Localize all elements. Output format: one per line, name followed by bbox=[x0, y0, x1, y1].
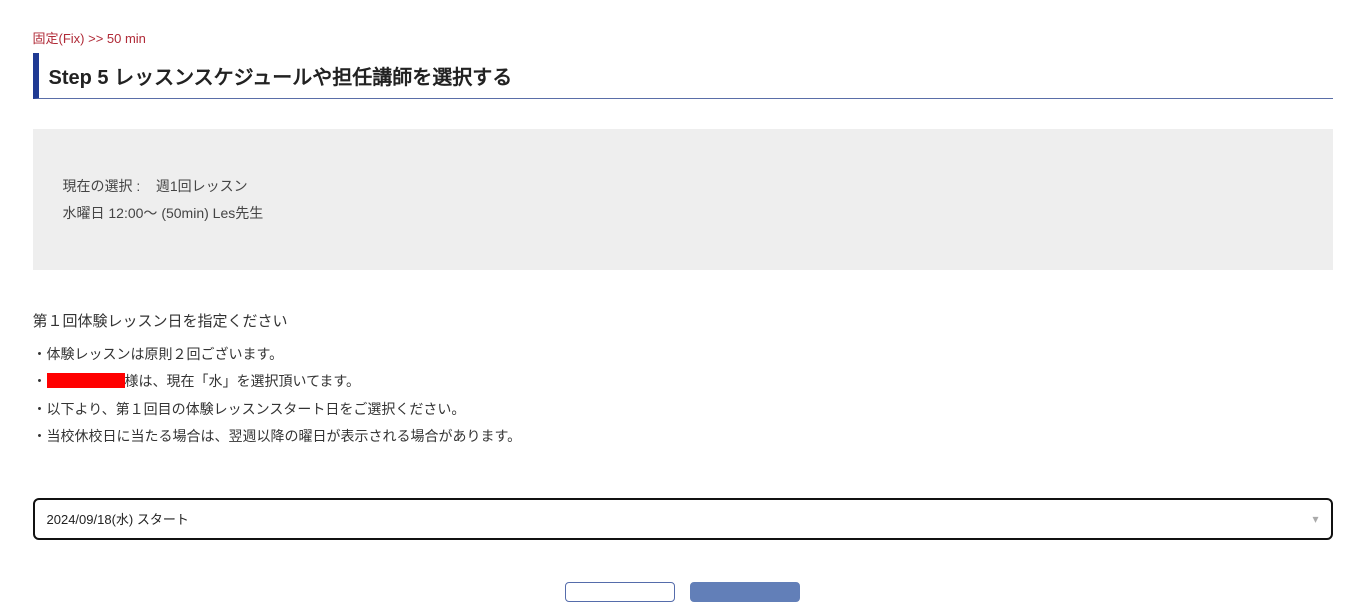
current-selection-label: 現在の選択 : bbox=[63, 178, 141, 194]
note-4: 当校休校日に当たる場合は、翌週以降の曜日が表示される場合があります。 bbox=[33, 423, 1333, 450]
button-row bbox=[33, 582, 1333, 602]
note-3: 以下より、第１回目の体験レッスンスタート日をご選択ください。 bbox=[33, 396, 1333, 423]
note-2-text: 様は、現在「水」を選択頂いてます。 bbox=[125, 373, 360, 389]
current-selection-frequency: 週1回レッスン bbox=[156, 178, 248, 194]
breadcrumb: 固定(Fix) >> 50 min bbox=[33, 28, 1333, 47]
note-1: 体験レッスンは原則２回ございます。 bbox=[33, 341, 1333, 368]
current-selection-panel: 現在の選択 : 週1回レッスン 水曜日 12:00～ (50min) Les先生 bbox=[33, 129, 1333, 270]
instruction-title: 第１回体験レッスン日を指定ください bbox=[33, 310, 1333, 331]
secondary-button[interactable] bbox=[565, 582, 675, 602]
note-2: 様は、現在「水」を選択頂いてます。 bbox=[33, 368, 1333, 395]
start-date-select[interactable]: 2024/09/18(水) スタート bbox=[33, 498, 1333, 540]
start-date-select-wrap[interactable]: 2024/09/18(水) スタート ▾ bbox=[33, 498, 1333, 540]
primary-button[interactable] bbox=[690, 582, 800, 602]
instruction-notes: 体験レッスンは原則２回ございます。 様は、現在「水」を選択頂いてます。 以下より… bbox=[33, 341, 1333, 450]
current-selection-slot: 水曜日 12:00～ (50min) Les先生 bbox=[63, 200, 1303, 227]
redacted-name bbox=[47, 373, 125, 388]
step-title: Step 5 レッスンスケジュールや担任講師を選択する bbox=[33, 53, 1333, 99]
